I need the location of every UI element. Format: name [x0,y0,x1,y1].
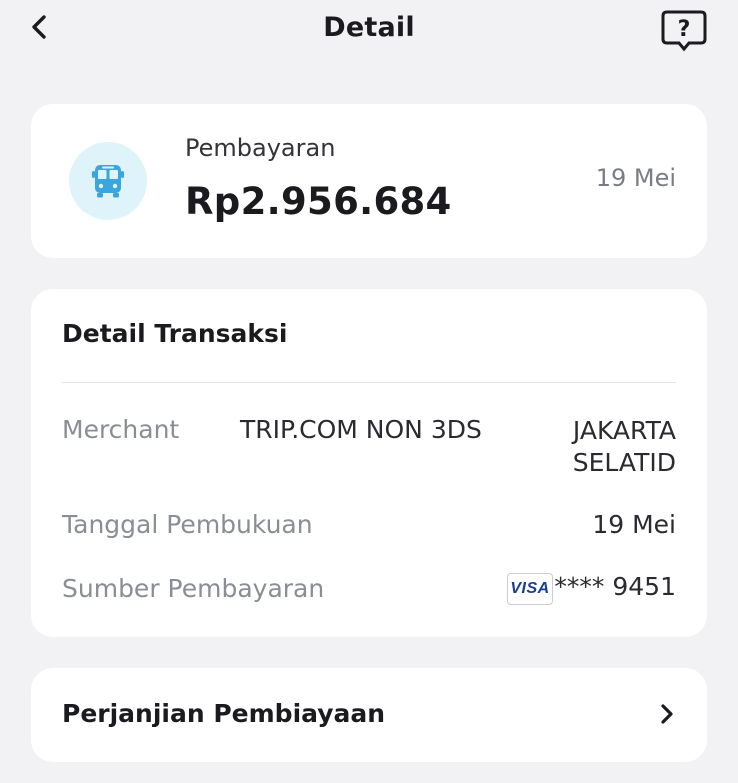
payment-amount: Rp2.956.684 [185,180,452,223]
help-button[interactable]: ? [660,8,708,54]
help-chat-icon: ? [661,10,707,52]
divider [62,382,676,383]
help-glyph: ? [678,17,691,42]
top-bar: Detail ? [0,0,738,62]
merchant-city-line2: SELATID [572,448,676,477]
merchant-name: TRIP.COM NON 3DS [240,415,482,444]
merchant-city-line1: JAKARTA [572,416,676,445]
payment-label: Pembayaran [185,134,336,162]
payment-date: 19 Mei [595,164,676,192]
booking-date-label: Tanggal Pembukuan [62,510,313,539]
transaction-detail-card: Detail Transaksi Merchant TRIP.COM NON 3… [31,289,707,637]
visa-card-icon: VISA [507,573,553,605]
page-title: Detail [323,12,415,43]
financing-agreement-row[interactable]: Perjanjian Pembiayaan [31,668,707,762]
bus-icon-container [69,142,147,220]
payment-source-label: Sumber Pembayaran [62,574,325,603]
chevron-right-icon [661,704,673,724]
payment-summary-card: Pembayaran Rp2.956.684 19 Mei [31,104,707,258]
financing-agreement-label: Perjanjian Pembiayaan [62,699,386,728]
transaction-detail-title: Detail Transaksi [62,319,288,348]
merchant-label: Merchant [62,415,180,444]
card-number: **** 9451 [554,572,676,601]
card-brand: VISA [510,580,550,597]
merchant-city: JAKARTA SELATID [573,415,676,479]
booking-date-value: 19 Mei [592,510,676,539]
bus-icon [92,165,124,198]
